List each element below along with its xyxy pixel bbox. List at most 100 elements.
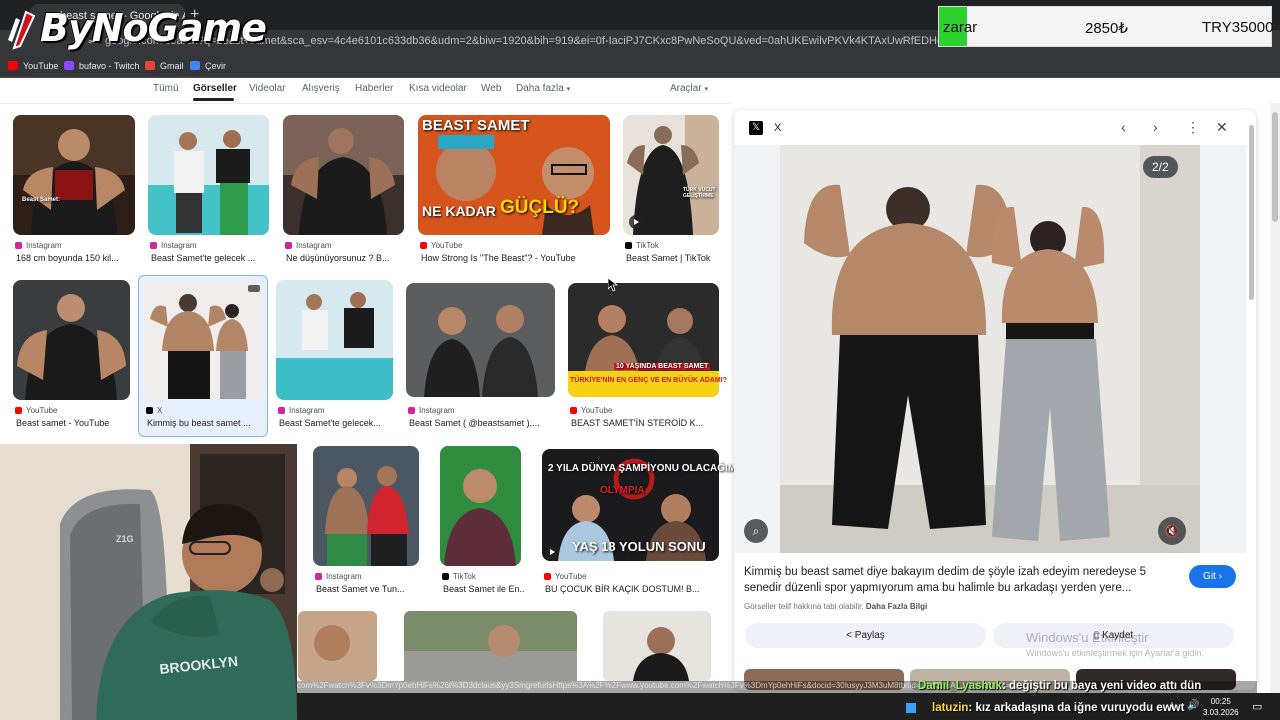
thumb-caption: Beast Samet: — [22, 197, 61, 203]
result-source-label: TikTok — [636, 241, 659, 250]
result-title[interactable]: Beast samet - YouTube — [16, 418, 133, 428]
result-thumbnail[interactable] — [404, 611, 577, 681]
thumb-caption: 2 YILA DÜNYA ŞAMPİYONU OLACAĞIM — [548, 463, 737, 474]
caret-down-icon: ▾ — [566, 86, 571, 93]
result-source: Instagram — [150, 241, 197, 250]
result-source: Instagram — [15, 241, 62, 250]
tab-images[interactable]: Görseller — [193, 83, 237, 94]
visit-button[interactable]: Git › — [1189, 565, 1236, 588]
tab-web[interactable]: Web — [481, 83, 501, 94]
windows-activation-title: Windows'u Etkinleştir — [1026, 630, 1149, 645]
image-description[interactable]: Kimmiş bu beast samet diye bakayım dedim… — [744, 564, 1174, 596]
preview-image[interactable] — [780, 145, 1200, 553]
chat-message: Daniil_Lyashuk: değiştir bu baya yeni vi… — [918, 680, 1201, 692]
notifications-icon[interactable]: ▭ — [1252, 700, 1262, 713]
youtube-icon — [420, 242, 427, 249]
result-title[interactable]: Ne düşünüyorsunuz ? B... — [286, 253, 406, 263]
bookmark-youtube[interactable]: YouTube — [8, 61, 58, 71]
donation-ticker: zarar 2850₺ TRY35000 — [938, 6, 1274, 47]
result-title[interactable]: Beast Samet ile En... — [443, 584, 524, 594]
clock-date: 3.03.2026 — [1203, 708, 1239, 717]
chat-message: latuzin: kız arkadaşına da iğne vuruyodu… — [932, 702, 1184, 714]
result-source: TikTok — [625, 241, 659, 250]
share-button[interactable]: < Paylaş — [745, 623, 986, 648]
tab-more[interactable]: Daha fazla ▾ — [516, 83, 570, 94]
result-source-label: Instagram — [26, 241, 62, 250]
thumb-caption: TÜRK VÜCUT GELİŞTİRME — [683, 187, 716, 199]
result-title[interactable]: Beast Samet'te gelecek... — [279, 418, 396, 428]
image-preview-panel: 𝕏 X ‹ › ⋮ ✕ 2/2 ⌕ 🔇 Kimmiş bu beast same… — [734, 110, 1256, 690]
page-scrollbar-thumb[interactable] — [1272, 112, 1278, 222]
tab-shopping[interactable]: Alışveriş — [302, 83, 340, 94]
result-thumbnail — [144, 281, 262, 400]
result-card-selected[interactable]: X Kimmiş bu beast samet ... — [138, 275, 268, 437]
bookmark-twitch[interactable]: bufavo - Twitch — [64, 61, 139, 71]
result-title[interactable]: BU ÇOCUK BİR KAÇIK DOSTUM! B... — [545, 584, 719, 594]
instagram-icon — [315, 573, 322, 580]
tab-videos[interactable]: Videolar — [249, 83, 286, 94]
result-source: Instagram — [278, 406, 325, 415]
instagram-icon — [150, 242, 157, 249]
result-title[interactable]: Beast Samet ( @beastsamet ),... — [409, 418, 555, 428]
result-thumbnail[interactable] — [603, 611, 711, 681]
lens-search-icon[interactable]: ⌕ — [744, 519, 768, 543]
tab-short-videos[interactable]: Kısa videolar — [409, 83, 467, 94]
bookmark-translate[interactable]: Çevir — [190, 61, 226, 71]
result-source-label: Instagram — [326, 572, 362, 581]
result-thumbnail — [283, 115, 404, 235]
bookmark-label: YouTube — [23, 61, 59, 71]
close-icon[interactable]: ✕ — [1216, 119, 1228, 136]
youtube-icon — [8, 61, 18, 70]
panel-scrollbar-thumb[interactable] — [1249, 125, 1254, 300]
translate-icon — [190, 61, 200, 70]
thumb-caption: BEAST SAMET — [422, 117, 530, 134]
result-thumbnail — [13, 115, 135, 235]
chat-text: : kız arkadaşına da iğne vuruyodu ewwt — [968, 702, 1185, 714]
learn-more-link[interactable]: Daha Fazla Bilgi — [866, 602, 927, 611]
result-thumbnail[interactable] — [298, 611, 377, 681]
windows-activation-subtitle: Windows'u etkinleştirmek için Ayarlar'a … — [1026, 648, 1204, 658]
mute-icon[interactable]: 🔇 — [1158, 517, 1186, 545]
thumb-caption: TÜRKİYE'NİN EN GENÇ VE EN BÜYÜK ADAMI? — [570, 377, 727, 384]
result-title[interactable]: Beast Samet ve Tun... — [316, 584, 422, 594]
active-tab-indicator — [193, 98, 234, 101]
result-source: YouTube — [570, 406, 612, 415]
logo-swoosh-icon — [8, 10, 36, 50]
result-title[interactable]: 168 cm boyunda 150 kil... — [16, 253, 138, 263]
result-title[interactable]: Beast Samet'te gelecek ... — [151, 253, 271, 263]
tab-all[interactable]: Tümü — [153, 83, 179, 94]
tiktok-icon — [625, 242, 632, 249]
preview-image-area: 2/2 ⌕ 🔇 — [734, 145, 1246, 553]
ticker-total: TRY35000 — [1202, 19, 1274, 36]
previous-icon[interactable]: ‹ — [1121, 119, 1126, 135]
result-thumbnail — [440, 446, 521, 566]
tools-button[interactable]: Araçlar ▾ — [670, 83, 708, 94]
result-title[interactable]: BEAST SAMET'İN STEROİD K... — [571, 418, 719, 428]
result-source-label: TikTok — [453, 572, 476, 581]
system-clock[interactable]: 00:25 3.03.2026 — [1203, 696, 1239, 718]
clock-time: 00:25 — [1210, 697, 1231, 706]
result-title[interactable]: Kimmiş bu beast samet ... — [147, 418, 265, 428]
license-text: Görseller telif hakkına tabi olabilir. — [744, 602, 864, 611]
instagram-icon — [285, 242, 292, 249]
result-title[interactable]: Beast Samet | TikTok — [626, 253, 722, 263]
tiktok-icon — [442, 573, 449, 580]
result-thumbnail — [406, 283, 555, 397]
network-icon[interactable]: ⌇ — [1170, 701, 1174, 712]
result-source-label: Instagram — [296, 241, 332, 250]
result-source: Instagram — [408, 406, 455, 415]
bookmark-gmail[interactable]: Gmail — [145, 61, 184, 71]
result-title[interactable]: How Strong Is "The Beast"? - YouTube — [421, 253, 611, 263]
mouse-cursor-icon — [608, 278, 618, 292]
share-label: Paylaş — [854, 630, 885, 641]
chat-username: latuzin — [932, 702, 969, 714]
tab-news[interactable]: Haberler — [355, 83, 393, 94]
result-source: YouTube — [544, 572, 586, 581]
result-thumbnail — [13, 280, 130, 400]
next-icon[interactable]: › — [1153, 119, 1158, 135]
more-options-icon[interactable]: ⋮ — [1186, 119, 1200, 136]
x-logo-icon: 𝕏 — [749, 121, 763, 135]
bookmark-label: Çevir — [205, 61, 227, 71]
panel-source[interactable]: X — [774, 122, 781, 134]
volume-icon[interactable]: 🔊 — [1187, 700, 1199, 711]
